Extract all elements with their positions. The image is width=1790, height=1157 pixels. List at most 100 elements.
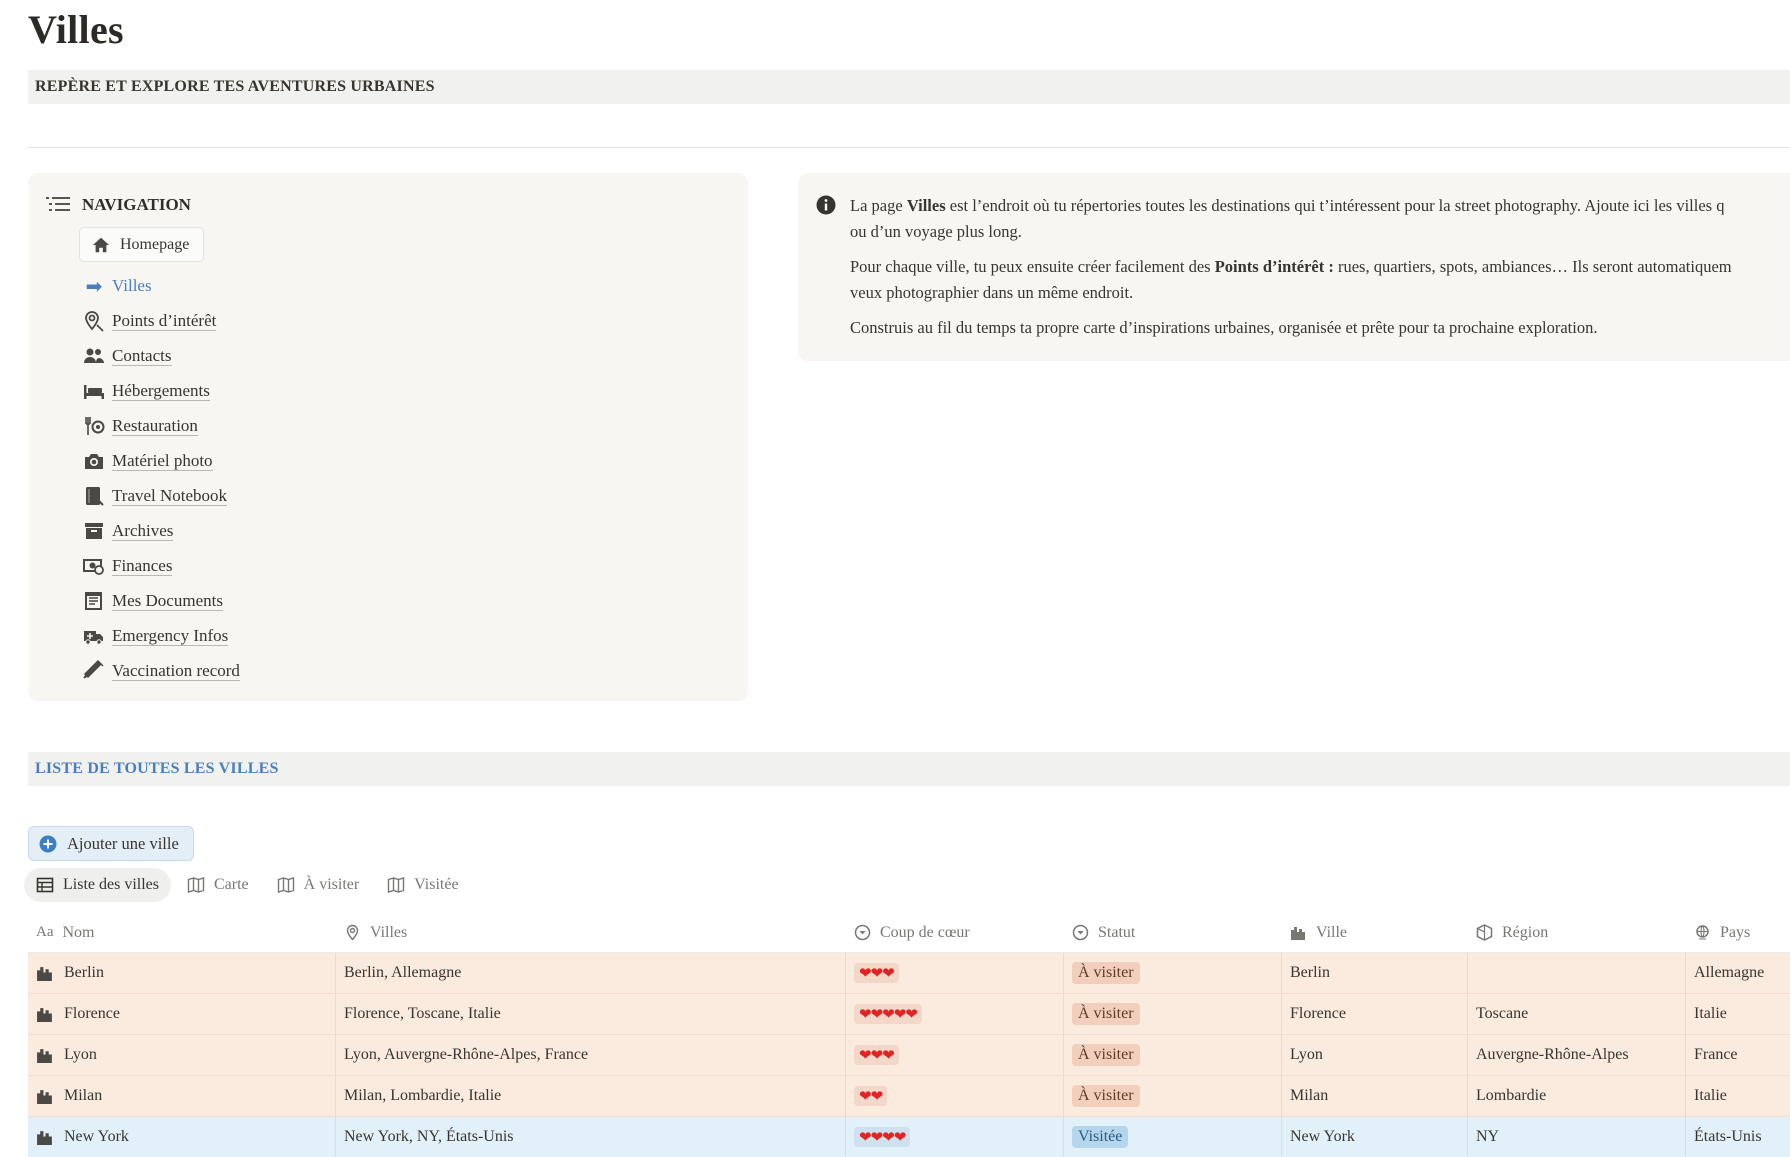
cell-text: Milan bbox=[1290, 1087, 1329, 1104]
nav-item-label: Hébergements bbox=[112, 380, 210, 401]
nav-item-archives[interactable]: Archives bbox=[82, 513, 240, 548]
cell-text: Milan bbox=[64, 1087, 103, 1104]
nav-item-travel-notebook[interactable]: Travel Notebook bbox=[82, 478, 240, 513]
cell-coup-de-coeur[interactable]: ❤❤❤ bbox=[846, 953, 1064, 993]
bed-icon bbox=[84, 384, 104, 399]
nav-item-villes[interactable]: ➡ Villes bbox=[82, 268, 240, 303]
nav-item-hebergements[interactable]: Hébergements bbox=[82, 373, 240, 408]
column-header-ville[interactable]: Ville bbox=[1282, 913, 1468, 952]
nav-item-points-interet[interactable]: Points d’intérêt bbox=[82, 303, 240, 338]
table-row[interactable]: Berlin Berlin, Allemagne ❤❤❤ À visiter B… bbox=[28, 953, 1790, 994]
cell-pays[interactable]: Allemagne bbox=[1686, 953, 1790, 993]
nav-item-vaccination-record[interactable]: Vaccination record bbox=[82, 653, 240, 688]
status-badge: Visitée bbox=[1072, 1126, 1129, 1148]
nav-item-contacts[interactable]: Contacts bbox=[82, 338, 240, 373]
status-badge: À visiter bbox=[1072, 962, 1140, 984]
nav-item-finances[interactable]: Finances bbox=[82, 548, 240, 583]
cell-nom[interactable]: Lyon bbox=[28, 1035, 336, 1075]
cell-villes[interactable]: Milan, Lombardie, Italie bbox=[336, 1076, 846, 1116]
column-label: Nom bbox=[62, 923, 95, 941]
tab-a-visiter[interactable]: À visiter bbox=[265, 868, 372, 902]
column-header-nom[interactable]: Aa Nom bbox=[28, 913, 336, 952]
cell-region[interactable] bbox=[1468, 953, 1686, 993]
cell-ville[interactable]: Milan bbox=[1282, 1076, 1468, 1116]
homepage-button[interactable]: Homepage bbox=[79, 227, 205, 262]
callout-paragraph-1: La page Villes est l’endroit où tu réper… bbox=[850, 196, 1725, 215]
table-row[interactable]: Florence Florence, Toscane, Italie ❤❤❤❤❤… bbox=[28, 994, 1790, 1035]
cell-nom[interactable]: Milan bbox=[28, 1076, 336, 1116]
nav-item-label: Restauration bbox=[112, 415, 198, 436]
cell-villes[interactable]: Lyon, Auvergne-Rhône-Alpes, France bbox=[336, 1035, 846, 1075]
cell-ville[interactable]: Lyon bbox=[1282, 1035, 1468, 1075]
column-header-pays[interactable]: Pays bbox=[1686, 913, 1790, 952]
cell-coup-de-coeur[interactable]: ❤❤❤ bbox=[846, 1035, 1064, 1075]
cell-nom[interactable]: Florence bbox=[28, 994, 336, 1034]
cell-statut[interactable]: À visiter bbox=[1064, 953, 1282, 993]
cell-statut[interactable]: À visiter bbox=[1064, 1035, 1282, 1075]
cell-statut[interactable]: À visiter bbox=[1064, 1076, 1282, 1116]
cell-villes[interactable]: Florence, Toscane, Italie bbox=[336, 994, 846, 1034]
hearts-tag: ❤❤❤ bbox=[854, 1045, 899, 1065]
cell-villes[interactable]: Berlin, Allemagne bbox=[336, 953, 846, 993]
divider bbox=[28, 147, 1790, 148]
cell-text: Lyon bbox=[64, 1046, 97, 1063]
tab-visitee[interactable]: Visitée bbox=[375, 868, 470, 902]
cell-pays[interactable]: Italie bbox=[1686, 1076, 1790, 1116]
column-label: Coup de cœur bbox=[880, 923, 970, 941]
cell-pays[interactable]: États-Unis bbox=[1686, 1117, 1790, 1157]
table-row[interactable]: New York New York, NY, États-Unis ❤❤❤❤ V… bbox=[28, 1117, 1790, 1157]
nav-item-materiel-photo[interactable]: Matériel photo bbox=[82, 443, 240, 478]
cell-nom[interactable]: Berlin bbox=[28, 953, 336, 993]
cell-region[interactable]: NY bbox=[1468, 1117, 1686, 1157]
cell-region[interactable]: Auvergne-Rhône-Alpes bbox=[1468, 1035, 1686, 1075]
table-row[interactable]: Milan Milan, Lombardie, Italie ❤❤ À visi… bbox=[28, 1076, 1790, 1117]
nav-item-emergency-infos[interactable]: Emergency Infos bbox=[82, 618, 240, 653]
tab-label: Visitée bbox=[414, 876, 459, 893]
list-banner: LISTE DE TOUTES LES VILLES bbox=[28, 752, 1790, 786]
nav-item-label: Villes bbox=[112, 276, 152, 295]
ambulance-icon bbox=[84, 630, 103, 645]
info-icon bbox=[816, 195, 836, 215]
nav-item-restauration[interactable]: Restauration bbox=[82, 408, 240, 443]
cell-pays[interactable]: Italie bbox=[1686, 994, 1790, 1034]
cell-ville[interactable]: Berlin bbox=[1282, 953, 1468, 993]
cell-nom[interactable]: New York bbox=[28, 1117, 336, 1157]
cell-region[interactable]: Lombardie bbox=[1468, 1076, 1686, 1116]
cell-coup-de-coeur[interactable]: ❤❤❤❤ bbox=[846, 1117, 1064, 1157]
nav-item-mes-documents[interactable]: Mes Documents bbox=[82, 583, 240, 618]
nav-item-label: Points d’intérêt bbox=[112, 310, 217, 331]
column-header-statut[interactable]: Statut bbox=[1064, 913, 1282, 952]
column-header-coup-de-coeur[interactable]: Coup de cœur bbox=[846, 913, 1064, 952]
cell-text: Allemagne bbox=[1694, 964, 1765, 981]
cell-statut[interactable]: À visiter bbox=[1064, 994, 1282, 1034]
nav-item-label: Vaccination record bbox=[112, 660, 240, 681]
cell-ville[interactable]: New York bbox=[1282, 1117, 1468, 1157]
cell-region[interactable]: Toscane bbox=[1468, 994, 1686, 1034]
column-header-villes[interactable]: Villes bbox=[336, 913, 846, 952]
cell-text: France bbox=[1694, 1046, 1738, 1063]
arrow-right-icon: ➡ bbox=[85, 273, 103, 298]
cell-villes[interactable]: New York, NY, États-Unis bbox=[336, 1117, 846, 1157]
cell-statut[interactable]: Visitée bbox=[1064, 1117, 1282, 1157]
column-label: Ville bbox=[1316, 923, 1348, 941]
cell-coup-de-coeur[interactable]: ❤❤❤❤❤ bbox=[846, 994, 1064, 1034]
cell-text: Berlin, Allemagne bbox=[344, 964, 462, 981]
tab-carte[interactable]: Carte bbox=[175, 868, 261, 902]
cell-pays[interactable]: France bbox=[1686, 1035, 1790, 1075]
tab-liste-des-villes[interactable]: Liste des villes bbox=[24, 868, 171, 902]
cell-text: États-Unis bbox=[1694, 1128, 1762, 1145]
add-city-button[interactable]: Ajouter une ville bbox=[28, 826, 194, 861]
cell-text: Milan, Lombardie, Italie bbox=[344, 1087, 502, 1104]
cell-text: Auvergne-Rhône-Alpes bbox=[1476, 1046, 1629, 1063]
text-property-icon: Aa bbox=[36, 924, 54, 940]
column-label: Pays bbox=[1720, 923, 1751, 941]
cell-ville[interactable]: Florence bbox=[1282, 994, 1468, 1034]
map-icon bbox=[277, 877, 294, 893]
people-icon bbox=[84, 348, 104, 363]
table-row[interactable]: Lyon Lyon, Auvergne-Rhône-Alpes, France … bbox=[28, 1035, 1790, 1076]
column-header-region[interactable]: Région bbox=[1468, 913, 1686, 952]
cell-coup-de-coeur[interactable]: ❤❤ bbox=[846, 1076, 1064, 1116]
city-icon bbox=[37, 1008, 52, 1022]
utensils-icon bbox=[85, 416, 105, 435]
cell-text: New York bbox=[1290, 1128, 1355, 1145]
